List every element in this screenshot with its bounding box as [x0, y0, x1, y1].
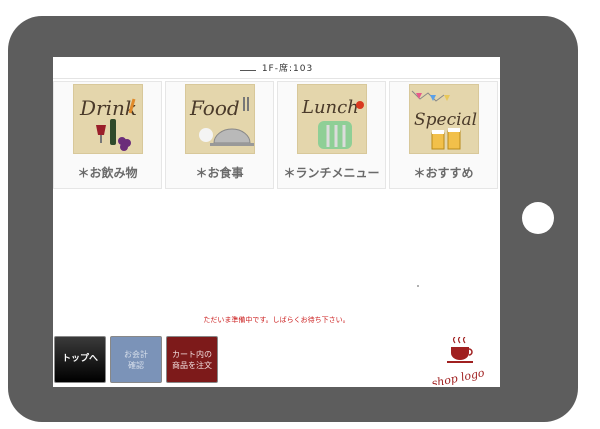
header-underline	[239, 65, 256, 71]
home-button[interactable]	[522, 202, 554, 234]
bill-button-label: お会計 確認	[124, 349, 148, 371]
food-word: Food	[189, 96, 240, 120]
bill-line1: お会計	[124, 349, 148, 359]
stray-dot	[417, 285, 419, 287]
logo-text: shop logo	[430, 366, 486, 385]
app-screen: 1F-席:103 Drink ＊お飲み物 Food ＊お食事 Lunch ＊ラン…	[53, 57, 500, 387]
special-image: Special	[409, 84, 479, 154]
seat-label: 1F-席:103	[261, 64, 314, 74]
bill-line2: 確認	[128, 360, 144, 370]
category-drink[interactable]: Drink ＊お飲み物	[53, 81, 162, 189]
top-button-label: トップへ	[61, 354, 98, 364]
bill-confirm-button[interactable]: お会計 確認	[110, 336, 162, 383]
category-special[interactable]: Special ＊おすすめ	[389, 81, 498, 189]
drink-word: Drink	[79, 96, 137, 120]
drink-image: Drink	[73, 84, 143, 154]
lunch-word: Lunch	[301, 97, 359, 118]
order-line2: 商品を注文	[172, 360, 212, 370]
order-line1: カート内の	[172, 349, 212, 359]
order-button-label: カート内の 商品を注文	[172, 349, 212, 371]
seat-header: 1F-席:103	[53, 57, 500, 79]
category-label: ＊お飲み物	[77, 166, 138, 180]
category-lunch[interactable]: Lunch ＊ランチメニュー	[277, 81, 386, 189]
shop-logo: shop logo	[429, 336, 493, 387]
top-button[interactable]: トップへ	[54, 336, 106, 383]
coffee-cup-icon	[447, 336, 473, 363]
lunch-image: Lunch	[297, 84, 367, 154]
food-image: Food	[185, 84, 255, 154]
special-word: Special	[414, 110, 477, 130]
category-label: ＊おすすめ	[413, 166, 474, 180]
category-label: ＊ランチメニュー	[283, 166, 380, 180]
order-cart-button[interactable]: カート内の 商品を注文	[166, 336, 218, 383]
status-notice: ただいま準備中です。しばらくお待ち下さい。	[203, 316, 350, 324]
category-grid: Drink ＊お飲み物 Food ＊お食事 Lunch ＊ランチメニュー Spe…	[53, 81, 500, 191]
category-label: ＊お食事	[195, 166, 244, 180]
category-food[interactable]: Food ＊お食事	[165, 81, 274, 189]
